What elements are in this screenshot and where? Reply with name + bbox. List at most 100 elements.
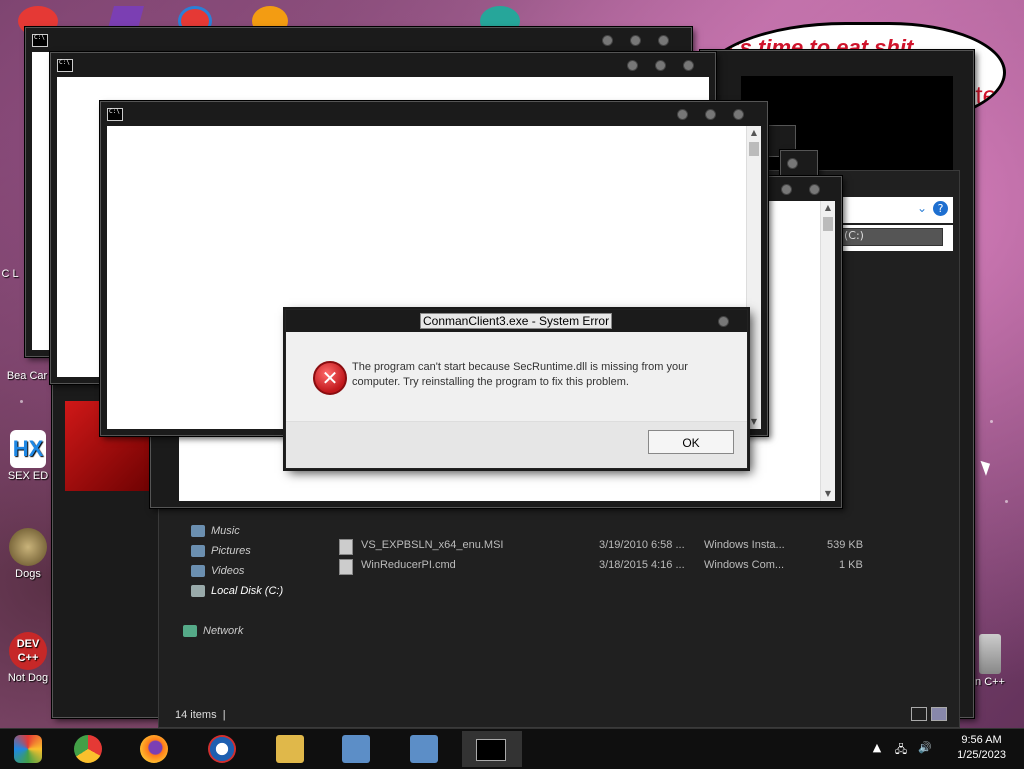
scroll-up-icon[interactable]: ▲ xyxy=(821,201,835,215)
nav-label: Music xyxy=(211,525,240,537)
minimize-button[interactable] xyxy=(627,60,638,71)
minimize-button[interactable] xyxy=(677,109,688,120)
taskbar-app-chrome[interactable] xyxy=(64,731,112,767)
scroll-thumb[interactable] xyxy=(749,142,759,156)
cmd-icon xyxy=(57,59,73,72)
clock[interactable]: 9:56 AM 1/25/2023 xyxy=(957,733,1006,763)
taskbar: ▲ 🖧 🔊 9:56 AM 1/25/2023 xyxy=(0,728,1024,769)
videos-icon xyxy=(191,565,205,578)
tiles-view-icon[interactable] xyxy=(931,707,947,721)
title-bar[interactable] xyxy=(26,28,691,52)
cmd-file-icon xyxy=(339,559,353,575)
close-button[interactable] xyxy=(683,60,694,71)
title-bar[interactable] xyxy=(701,51,973,75)
title-bar[interactable] xyxy=(101,102,767,126)
status-bar-count: 14 items | xyxy=(175,709,226,721)
wallpaper-speck xyxy=(20,400,23,403)
taskbar-app-obama[interactable] xyxy=(198,731,246,767)
installer-icon xyxy=(342,735,370,763)
installer-icon xyxy=(410,735,438,763)
close-button[interactable] xyxy=(809,184,820,195)
nav-label: Pictures xyxy=(211,545,251,557)
clock-date: 1/25/2023 xyxy=(957,749,1006,761)
dev-cpp-icon: DEV C++ xyxy=(9,632,47,670)
chevron-down-icon[interactable]: ⌄ xyxy=(917,201,927,215)
dialog-title: ConmanClient3.exe - System Error xyxy=(420,313,613,329)
taskbar-app-picasa[interactable] xyxy=(4,731,52,767)
close-button[interactable] xyxy=(658,35,669,46)
scroll-down-icon[interactable]: ▼ xyxy=(821,487,835,501)
scroll-up-icon[interactable]: ▲ xyxy=(747,126,761,140)
nav-item-network[interactable]: Network xyxy=(183,625,243,643)
vertical-scrollbar[interactable]: ▲ ▼ xyxy=(820,201,835,501)
help-icon[interactable]: ? xyxy=(933,201,948,216)
close-button[interactable] xyxy=(733,109,744,120)
desktop-icon-beacar[interactable]: Bea Car xyxy=(2,370,52,382)
taskbar-app-setup2[interactable] xyxy=(400,731,448,767)
vertical-scrollbar[interactable]: ▲ ▼ xyxy=(746,126,761,429)
recycle-bin-icon xyxy=(979,634,1001,674)
file-name: WinReducerPI.cmd xyxy=(361,559,456,571)
firefox-icon xyxy=(140,735,168,763)
file-name: VS_EXPBSLN_x64_enu.MSI xyxy=(361,539,504,551)
msi-file-icon xyxy=(339,539,353,555)
chrome-icon xyxy=(74,735,102,763)
obama-logo-icon xyxy=(208,735,236,763)
clock-time: 9:56 AM xyxy=(961,734,1002,746)
network-icon[interactable]: 🖧 xyxy=(894,741,908,756)
maximize-button[interactable] xyxy=(705,109,716,120)
system-error-dialog[interactable]: ConmanClient3.exe - System Error ✕ The p… xyxy=(285,309,748,469)
taskbar-app-cmd[interactable] xyxy=(462,731,522,767)
desktop-icon-label: SEX ED xyxy=(7,470,49,482)
taskbar-app-setup1[interactable] xyxy=(332,731,380,767)
hidden-file-row xyxy=(341,513,861,523)
search-box-area: (C:) xyxy=(839,225,953,251)
scroll-down-icon[interactable]: ▼ xyxy=(747,415,761,429)
desktop-icon-label: C L xyxy=(1,268,19,280)
maximize-button[interactable] xyxy=(630,35,641,46)
ok-button[interactable]: OK xyxy=(648,430,734,454)
nav-label: Videos xyxy=(211,565,245,577)
maximize-button[interactable] xyxy=(655,60,666,71)
taskbar-app-explorer[interactable] xyxy=(266,731,314,767)
desktop-icon-cl[interactable]: C L xyxy=(0,268,20,280)
wallpaper-speck xyxy=(1005,500,1008,503)
cmd-icon xyxy=(32,34,48,47)
dogs-icon xyxy=(9,528,47,566)
chevron-up-icon[interactable]: ▲ xyxy=(870,741,884,755)
error-icon: ✕ xyxy=(313,361,347,395)
nav-item-videos[interactable]: Videos xyxy=(191,565,244,583)
file-type: Windows Insta... xyxy=(704,539,785,551)
nav-label: Network xyxy=(203,625,244,637)
dialog-title-bar[interactable]: ConmanClient3.exe - System Error xyxy=(286,310,747,332)
title-bar[interactable] xyxy=(51,53,715,77)
close-button[interactable] xyxy=(787,158,798,169)
music-icon xyxy=(191,525,205,538)
search-input[interactable]: (C:) xyxy=(839,228,943,246)
nav-item-local-disk[interactable]: Local Disk (C:) xyxy=(191,585,283,603)
nav-item-music[interactable]: Music xyxy=(191,525,240,543)
scroll-thumb[interactable] xyxy=(823,217,833,231)
taskbar-app-firefox[interactable] xyxy=(130,731,178,767)
hx-icon: HX xyxy=(10,430,46,468)
desktop-icon-label: Dogs xyxy=(15,568,41,580)
nav-label: Local Disk (C:) xyxy=(211,585,284,597)
desktop-icon-dogs[interactable]: Dogs xyxy=(0,528,56,580)
cmd-icon xyxy=(107,108,123,121)
nav-item-pictures[interactable]: Pictures xyxy=(191,545,251,563)
explorer-toolbar-strip: ⌄ ? xyxy=(839,197,953,223)
desktop-icon-sexed[interactable]: HX SEX ED xyxy=(0,430,56,482)
close-button[interactable] xyxy=(718,316,729,327)
file-type: Windows Com... xyxy=(704,559,785,571)
cmd-icon xyxy=(476,739,506,761)
minimize-button[interactable] xyxy=(602,35,613,46)
desktop-icon-notdog[interactable]: DEV C++ Not Dog xyxy=(0,632,56,684)
picasa-icon xyxy=(14,735,42,763)
maximize-button[interactable] xyxy=(781,184,792,195)
details-view-icon[interactable] xyxy=(911,707,927,721)
status-text: 14 items xyxy=(175,709,217,721)
desktop-icon-label: Bea Car xyxy=(6,370,48,382)
wallpaper-speck xyxy=(990,420,993,423)
volume-icon[interactable]: 🔊 xyxy=(918,741,932,755)
dialog-message: The program can't start because SecRunti… xyxy=(352,361,688,388)
